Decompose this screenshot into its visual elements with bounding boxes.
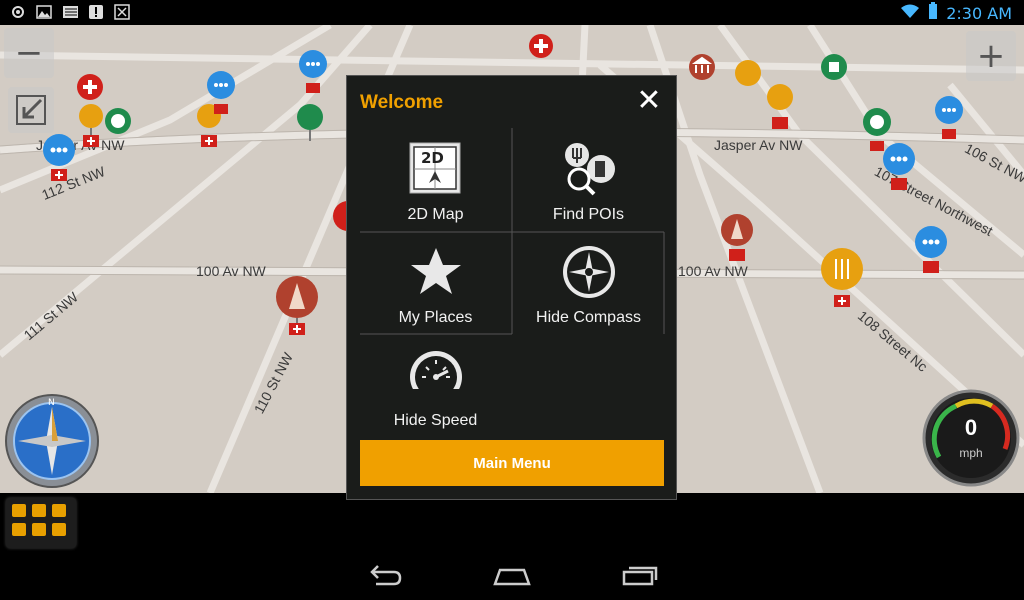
dialog-title: Welcome xyxy=(360,92,444,113)
2d-badge-text: 2D xyxy=(421,149,444,167)
grid-cell xyxy=(52,504,66,517)
collapse-icon[interactable] xyxy=(8,87,54,133)
grid-cell xyxy=(52,523,66,536)
tile-label: My Places xyxy=(398,309,473,326)
tile-label: Hide Compass xyxy=(536,309,641,326)
find-pois-icon xyxy=(561,141,617,197)
poi-pin-sports[interactable] xyxy=(104,107,132,143)
image-icon xyxy=(36,4,52,20)
speed-value: 0 xyxy=(964,415,978,440)
grid-cell xyxy=(32,523,46,536)
compass-widget[interactable]: N xyxy=(4,393,100,489)
poi-pin-chat[interactable] xyxy=(206,70,236,124)
poi-pin-hospital[interactable] xyxy=(528,33,554,67)
svg-text:N: N xyxy=(48,398,55,408)
tile-my-places[interactable]: My Places xyxy=(360,232,511,335)
poi-pin-chat[interactable] xyxy=(934,95,964,149)
grid-cell xyxy=(12,523,26,536)
back-icon[interactable] xyxy=(364,560,404,590)
poi-pin-chat[interactable] xyxy=(914,225,948,287)
clock: 2:30 AM xyxy=(946,3,1012,23)
zoom-out-button[interactable]: − xyxy=(4,28,54,78)
main-menu-button[interactable]: Main Menu xyxy=(360,440,664,486)
apps-grid-button[interactable] xyxy=(6,498,76,548)
status-bar: 2:30 AM xyxy=(0,0,1024,25)
notification-icons xyxy=(10,4,130,20)
tile-hide-speed[interactable]: Hide Speed xyxy=(360,335,511,438)
poi-pin-restaurant[interactable] xyxy=(820,247,864,317)
zoom-in-button[interactable]: + xyxy=(966,31,1016,81)
grid-cell xyxy=(12,504,26,517)
speed-unit: mph xyxy=(959,446,983,460)
poi-pin-chat[interactable] xyxy=(298,49,328,103)
poi-pin-worship[interactable] xyxy=(275,275,319,345)
poi-pin-chat[interactable] xyxy=(42,133,76,195)
poi-pin-sports[interactable] xyxy=(862,107,892,161)
welcome-dialog: Welcome ✕ 2D 2D Map Find POIs My Places … xyxy=(346,75,677,500)
poi-pin-hospital[interactable] xyxy=(76,73,104,107)
poi-pin-restaurant[interactable] xyxy=(766,83,794,139)
poi-pin-worship[interactable] xyxy=(720,213,754,269)
street-label: 100 Av NW xyxy=(196,263,266,279)
status-right: 2:30 AM xyxy=(900,2,1012,24)
street-label: Jasper Av NW xyxy=(714,137,803,153)
speedometer-icon xyxy=(408,347,464,403)
poi-pin-restaurant[interactable] xyxy=(734,59,762,103)
tile-hide-compass[interactable]: Hide Compass xyxy=(513,232,664,335)
tile-label: Hide Speed xyxy=(393,412,478,429)
tile-label: 2D Map xyxy=(407,206,464,223)
tv-icon xyxy=(62,4,78,20)
tile-2d-map[interactable]: 2D 2D Map xyxy=(360,129,511,232)
wifi-icon xyxy=(900,3,920,23)
gps-icon xyxy=(10,4,26,20)
alert-icon xyxy=(88,4,104,20)
close-box-icon xyxy=(114,4,130,20)
tile-find-pois[interactable]: Find POIs xyxy=(513,129,664,232)
home-icon[interactable] xyxy=(492,560,532,590)
star-icon xyxy=(408,244,464,300)
2d-map-icon: 2D xyxy=(408,141,464,197)
compass-icon xyxy=(561,244,617,300)
poi-pin-shopping[interactable] xyxy=(820,53,848,97)
tile-label: Find POIs xyxy=(552,206,625,223)
poi-pin-music[interactable] xyxy=(296,103,324,147)
grid-cell xyxy=(32,504,46,517)
close-button[interactable]: ✕ xyxy=(634,86,664,116)
poi-pin-restaurant[interactable] xyxy=(78,103,104,159)
poi-pin-museum[interactable] xyxy=(688,53,716,97)
battery-icon xyxy=(928,2,938,24)
speedometer-widget[interactable]: 0 mph xyxy=(922,389,1020,487)
recents-icon[interactable] xyxy=(620,560,660,590)
